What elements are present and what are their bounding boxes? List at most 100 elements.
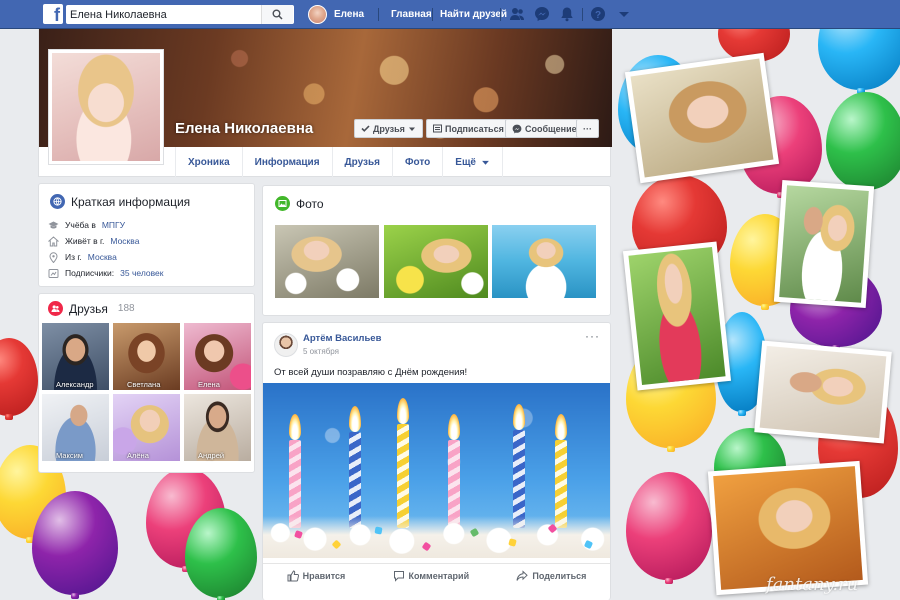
- post-author[interactable]: Артём Васильев: [303, 333, 381, 344]
- profile-picture[interactable]: [48, 49, 164, 165]
- tab-more-label: Ещё: [455, 156, 476, 168]
- like-label: Нравится: [302, 570, 346, 581]
- messenger-icon[interactable]: [534, 6, 550, 22]
- top-user-name: Елена: [334, 9, 365, 20]
- intro-row-text: Учёба в: [65, 220, 96, 230]
- thumbs-up-icon: [287, 569, 299, 581]
- friend-name: Алёна: [127, 451, 149, 460]
- photo-thumbnail[interactable]: [492, 225, 596, 298]
- avatar: [308, 5, 327, 24]
- post-card: Артём Васильев 5 октября ··· От всей душ…: [262, 322, 611, 600]
- menu-caret-icon[interactable]: [616, 6, 632, 22]
- divider: [378, 8, 379, 21]
- friend-name: Андрей: [198, 451, 225, 460]
- tab-more[interactable]: Ещё: [442, 147, 503, 177]
- balloon-green: [185, 508, 257, 600]
- post-actions: Нравится Комментарий Поделиться: [263, 563, 610, 587]
- friend-name: Максим: [56, 451, 83, 460]
- list-item: Живёт в г. Москва: [48, 233, 163, 249]
- profile-header: Елена Николаевна Друзья Подписаться Сооб…: [38, 29, 612, 177]
- school-icon: [48, 221, 59, 229]
- intro-row-link[interactable]: Москва: [88, 252, 117, 262]
- help-icon[interactable]: ?: [590, 6, 606, 22]
- balloon-red: [0, 338, 38, 420]
- cake-frosting: [263, 516, 610, 558]
- home-link[interactable]: Главная: [391, 9, 432, 20]
- search-icon: [272, 9, 283, 20]
- intro-row-link[interactable]: МПГУ: [102, 220, 125, 230]
- home-icon: [48, 235, 59, 246]
- photos-card-header: Фото: [275, 196, 324, 211]
- photos-card: Фото: [262, 185, 611, 316]
- chevron-down-icon: [408, 127, 415, 131]
- post-date[interactable]: 5 октября: [303, 347, 339, 356]
- search-box: [66, 5, 294, 24]
- photo-thumbnail[interactable]: [384, 225, 488, 298]
- tab-timeline[interactable]: Хроника: [175, 147, 242, 177]
- friends-button-label: Друзья: [373, 123, 405, 134]
- post-text: От всей души позравляю с Днём рождения!: [274, 367, 468, 378]
- follow-button[interactable]: Подписаться: [426, 119, 511, 138]
- friends-card: Друзья 188 Александр Светлана Елена Макс…: [38, 293, 255, 473]
- friends-status-button[interactable]: Друзья: [354, 119, 423, 138]
- tab-photos[interactable]: Фото: [392, 147, 442, 177]
- comment-label: Комментарий: [408, 570, 470, 581]
- tab-friends[interactable]: Друзья: [331, 147, 392, 177]
- friend-name: Елена: [198, 380, 220, 389]
- post-options-icon[interactable]: ···: [585, 329, 600, 343]
- search-button[interactable]: [261, 5, 293, 24]
- intro-row-text: Живёт в г.: [65, 236, 105, 246]
- message-button[interactable]: Сообщение: [505, 119, 584, 138]
- comment-icon: [393, 570, 404, 582]
- intro-row-link[interactable]: Москва: [110, 236, 139, 246]
- friend-tile[interactable]: Светлана: [113, 323, 180, 390]
- intro-row-text: Из г.: [65, 252, 82, 262]
- balloon-pink: [626, 472, 712, 584]
- friend-tile[interactable]: Александр: [42, 323, 109, 390]
- avatar[interactable]: [274, 333, 298, 357]
- top-navigation-bar: f Елена Главная Найти друзей ?: [0, 0, 900, 29]
- friend-tile[interactable]: Алёна: [113, 394, 180, 461]
- friends-count: 188: [117, 303, 135, 314]
- friend-tile[interactable]: Максим: [42, 394, 109, 461]
- friend-requests-icon[interactable]: [509, 6, 525, 22]
- friends-title[interactable]: Друзья: [69, 302, 108, 316]
- avatar: [52, 53, 160, 161]
- list-item: Из г. Москва: [48, 249, 163, 265]
- list-item: Подписчики: 35 человек: [48, 265, 163, 281]
- notifications-icon[interactable]: [559, 6, 575, 22]
- post-image[interactable]: [263, 383, 610, 558]
- like-button[interactable]: Нравится: [287, 569, 346, 582]
- more-options-label: ···: [583, 123, 592, 134]
- friends-card-header: Друзья 188: [48, 301, 135, 316]
- profile-tabs: Хроника Информация Друзья Фото Ещё: [175, 147, 503, 177]
- globe-icon: [50, 194, 65, 209]
- intro-card-header: Краткая информация: [50, 194, 190, 209]
- photo-thumbnail[interactable]: [275, 225, 379, 298]
- facebook-logo-icon[interactable]: f: [43, 4, 63, 24]
- friend-tile[interactable]: Елена: [184, 323, 251, 390]
- tab-about[interactable]: Информация: [241, 147, 332, 177]
- collage-photo: [624, 52, 780, 184]
- share-icon: [516, 569, 529, 581]
- svg-text:?: ?: [595, 10, 601, 21]
- more-options-button[interactable]: ···: [576, 119, 599, 138]
- follow-button-label: Подписаться: [445, 123, 504, 134]
- friend-tile[interactable]: Андрей: [184, 394, 251, 461]
- intro-row-link[interactable]: 35 человек: [120, 268, 163, 278]
- message-button-label: Сообщение: [525, 123, 577, 134]
- balloon-purple: [32, 491, 118, 599]
- photo-icon: [275, 196, 290, 211]
- checkmark-icon: [361, 125, 370, 132]
- divider: [582, 8, 583, 21]
- profile-name[interactable]: Елена Николаевна: [175, 120, 313, 137]
- collage-photo: [622, 241, 732, 391]
- share-button[interactable]: Поделиться: [516, 569, 586, 582]
- search-input[interactable]: [66, 6, 261, 23]
- find-friends-link[interactable]: Найти друзей: [440, 9, 507, 20]
- follow-icon: [433, 124, 442, 133]
- top-user-profile-link[interactable]: Елена: [308, 5, 364, 24]
- friend-name: Светлана: [127, 380, 161, 389]
- comment-button[interactable]: Комментарий: [393, 570, 470, 582]
- photos-title[interactable]: Фото: [296, 197, 324, 211]
